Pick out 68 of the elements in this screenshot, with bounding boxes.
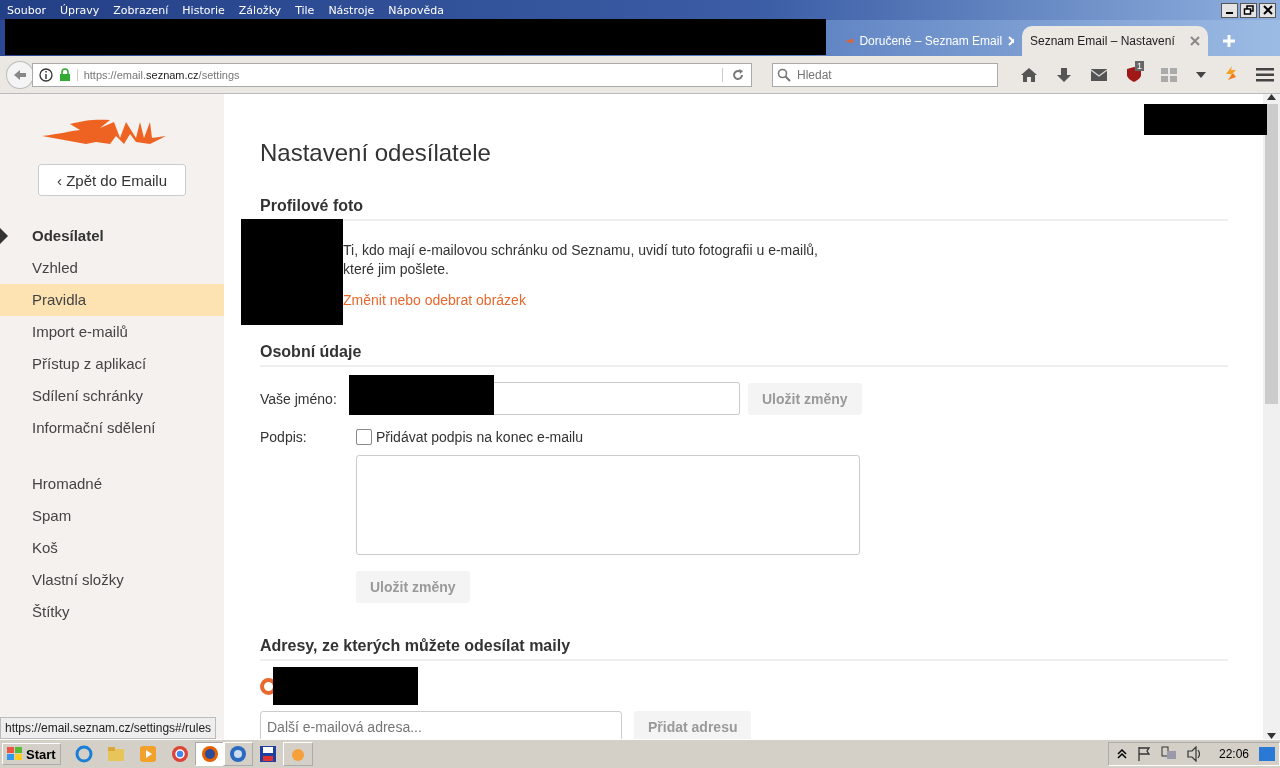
section-heading: Adresy, ze kterých můžete odesílat maily [260, 637, 1228, 661]
windows-logo-icon [7, 747, 23, 761]
taskbar-button[interactable] [222, 742, 253, 766]
caret-icon[interactable] [1196, 71, 1206, 78]
back-to-email-button[interactable]: ‹ Zpět do Emailu [38, 164, 186, 196]
pointer-icon [0, 228, 8, 244]
sidebar-item[interactable]: Vlastní složky [0, 564, 224, 596]
menu-item[interactable]: Úpravy [59, 3, 100, 17]
menu-item[interactable]: Historie [182, 3, 225, 17]
minimize-icon[interactable] [1221, 2, 1238, 18]
download-icon[interactable] [1056, 66, 1072, 83]
info-icon[interactable] [38, 67, 53, 82]
page-title: Nastavení odesílatele [260, 139, 492, 167]
sidebar-item[interactable]: Odesílatel [0, 220, 224, 252]
menu-item[interactable]: Nápověda [388, 3, 444, 17]
up-arrow-icon[interactable] [1267, 94, 1276, 100]
flag-icon[interactable] [1136, 746, 1151, 762]
email-address-field[interactable]: Další e-mailová adresa... [260, 711, 622, 739]
url-text: https://email.seznam.cz/settings [76, 68, 240, 81]
status-url: https://email.seznam.cz/settings#/rules [0, 717, 217, 739]
field-label: Podpis: [260, 429, 308, 445]
sidebar-item[interactable]: Štítky [0, 596, 224, 628]
sidebar-item[interactable]: Vzhled [0, 252, 224, 284]
field-label: Vaše jméno: [260, 390, 338, 407]
menu-item[interactable]: Zobrazení [113, 3, 169, 17]
menu-item[interactable]: Záložky [238, 3, 282, 17]
tab-title: Seznam Email – Nastavení [1030, 34, 1175, 48]
home-icon[interactable] [1020, 66, 1038, 83]
back-arrow-icon[interactable] [12, 68, 27, 81]
mail-icon[interactable] [1090, 67, 1108, 82]
name-field[interactable] [494, 382, 740, 415]
clock: 22:06 [1218, 747, 1249, 761]
lock-icon [58, 68, 71, 81]
circle-icon[interactable] [170, 745, 189, 763]
menu-item[interactable]: Nástroje [328, 3, 375, 17]
restore-icon[interactable] [1240, 2, 1257, 18]
sidebar-item[interactable]: Import e-mailů [0, 316, 224, 348]
sidebar-item[interactable]: Hromadné [0, 468, 224, 500]
checkbox-label: Přidávat podpis na konec e-mailu [376, 429, 583, 445]
start-button[interactable]: Start [2, 743, 61, 765]
floppy-icon[interactable] [258, 745, 277, 763]
sidebar-item[interactable]: Spam [0, 500, 224, 532]
menu-item[interactable]: Soubor [7, 3, 46, 17]
scrollbar[interactable] [1263, 94, 1280, 739]
taskbar-button[interactable] [194, 742, 225, 766]
network-icon[interactable] [1160, 746, 1177, 762]
checkbox[interactable] [356, 429, 372, 445]
tab-title: Doručené – Seznam Email [859, 34, 1003, 48]
sidebar-item[interactable]: Sdílení schránky [0, 380, 224, 412]
reload-icon[interactable] [722, 67, 745, 82]
sidebar-item[interactable]: Informační sdělení [0, 412, 224, 444]
speaker-icon[interactable] [1186, 746, 1203, 762]
signature-field[interactable] [356, 455, 860, 555]
chevron-icon[interactable] [1116, 749, 1127, 759]
address-bar[interactable]: https://email.seznam.cz/settings [31, 62, 752, 87]
section-heading: Osobní údaje [260, 343, 1228, 367]
down-arrow-icon[interactable] [1267, 733, 1276, 739]
notification-badge: 1 [1135, 61, 1144, 71]
menu-icon[interactable] [1256, 67, 1274, 82]
menu-item[interactable]: Tile [295, 3, 315, 17]
browser-tab[interactable]: Seznam Email – Nastavení [1022, 26, 1208, 56]
sidebar-item[interactable]: Přístup z aplikací [0, 348, 224, 380]
search-field[interactable]: Hledat [772, 62, 998, 87]
description-text: Ti, kdo mají e-mailovou schránku od Seznamu, uvidí tuto fotografii u e-mailů, které jim pošlete. [343, 241, 819, 279]
logo-icon [844, 36, 854, 46]
sidebar-item[interactable]: Koš [0, 532, 224, 564]
sidebar-item[interactable]: Pravidla [0, 284, 224, 316]
close-icon[interactable] [1259, 2, 1276, 18]
